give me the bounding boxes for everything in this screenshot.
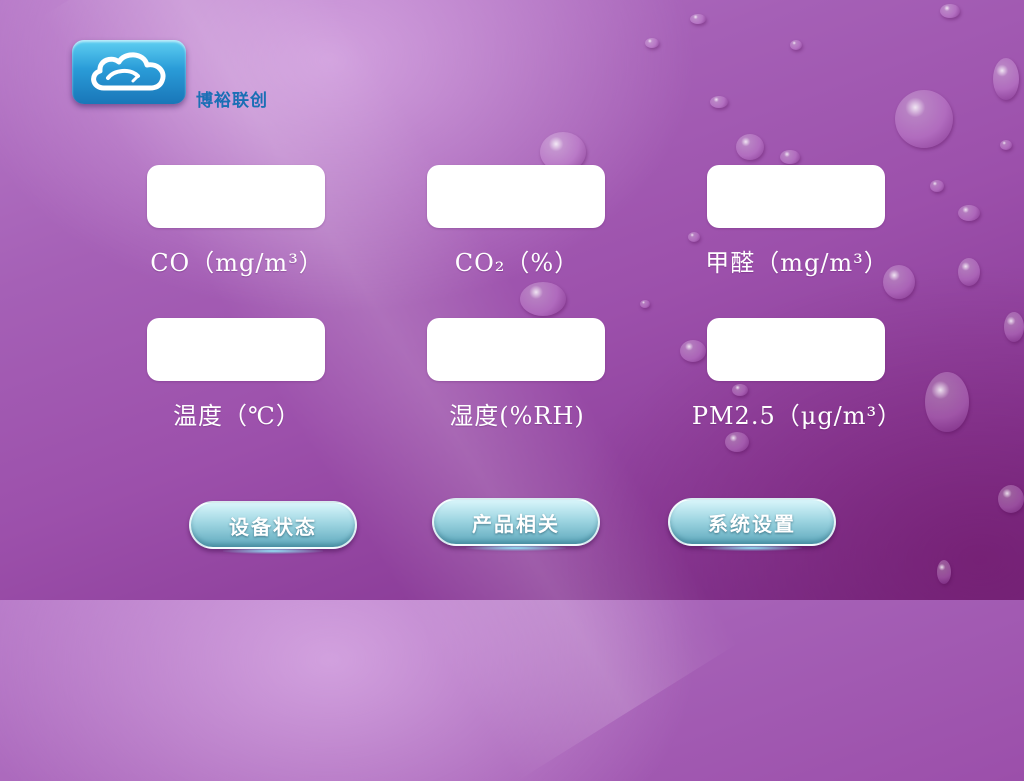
temperature-label: 温度（℃） [173, 402, 301, 430]
cloud-icon [91, 52, 166, 91]
humidity-label: 湿度(%RH) [449, 402, 585, 430]
co-value-box [147, 165, 325, 228]
formaldehyde-value-box [707, 165, 885, 228]
co2-value-box [427, 165, 605, 228]
background-light-band [41, 0, 739, 781]
formaldehyde-label: 甲醛（mg/m³） [705, 249, 889, 277]
pm25-label: PM2.5（μg/m³） [691, 402, 903, 430]
temperature-value-box [147, 318, 325, 381]
co2-label: CO₂（%） [454, 249, 580, 277]
co-label: CO（mg/m³） [150, 249, 324, 277]
system-settings-button[interactable]: 系统设置 [668, 498, 836, 546]
cloud-logo-icon [72, 40, 186, 104]
humidity-value-box [427, 318, 605, 381]
device-status-button[interactable]: 设备状态 [189, 501, 357, 549]
pm25-value-box [707, 318, 885, 381]
product-related-button[interactable]: 产品相关 [432, 498, 600, 546]
brand-name: 博裕联创 [196, 91, 268, 111]
